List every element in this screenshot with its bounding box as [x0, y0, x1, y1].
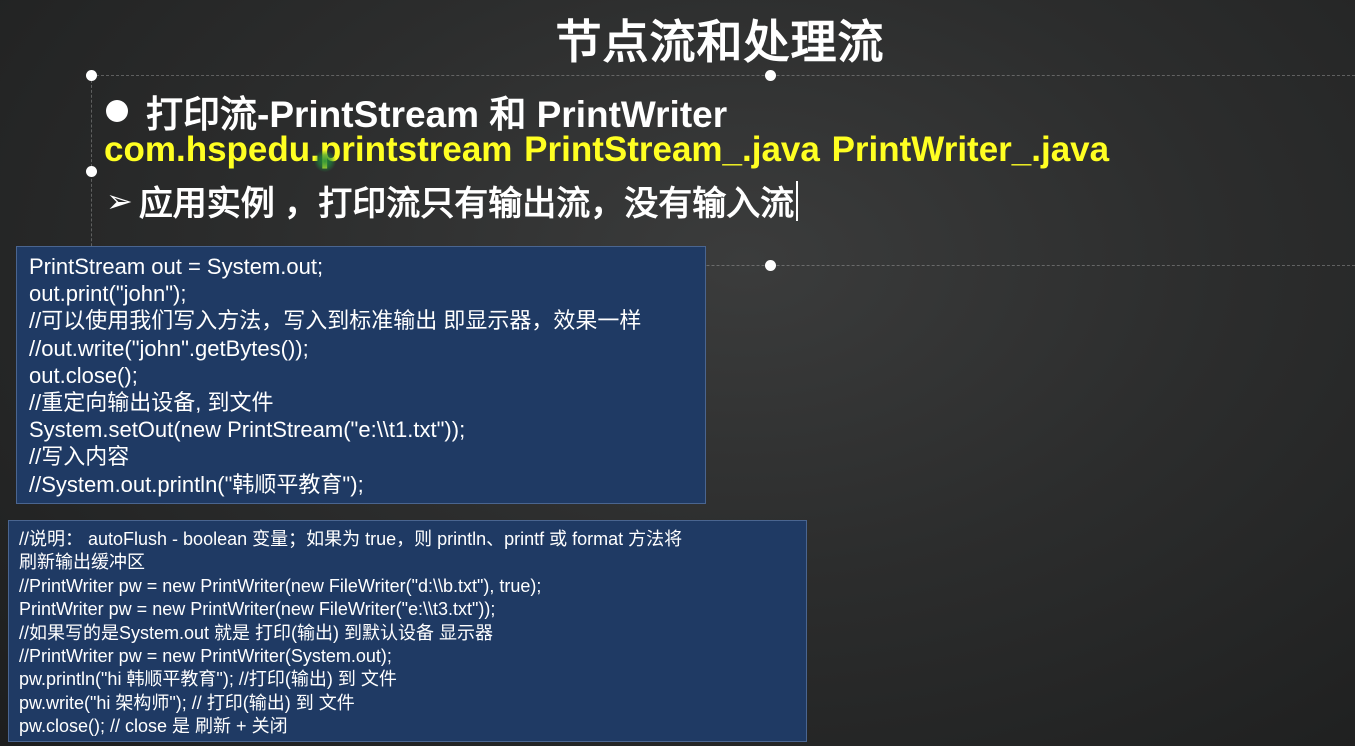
code-line: System.setOut(new PrintStream("e:\\t1.tx…: [29, 417, 466, 443]
code-line: //可以使用我们写入方法，写入到标准输出 即显示器，效果一样: [29, 308, 642, 334]
code-line: 刷新输出缓冲区: [19, 552, 145, 573]
slide-title[interactable]: 节点流和处理流: [540, 6, 900, 72]
selection-handle-bottom-middle[interactable]: [765, 260, 776, 271]
example-text: 应用实例 ，打印流只有输出流，没有输入流: [138, 185, 795, 223]
code-line: //System.out.println("韩顺平教育");: [29, 471, 364, 497]
code-line: out.close();: [29, 362, 138, 388]
selection-handle-top-left[interactable]: [86, 70, 97, 81]
code-line: pw.write("hi 架构师"); // 打印(输出) 到 文件: [19, 692, 355, 713]
code-line: //如果写的是System.out 就是 打印(输出) 到默认设备 显示器: [19, 622, 494, 643]
code-line: //重定向输出设备, 到文件: [29, 390, 274, 416]
code-line: PrintWriter pw = new PrintWriter(new Fil…: [19, 599, 496, 620]
laser-pointer-icon: [314, 150, 336, 172]
selection-handle-top-middle[interactable]: [765, 70, 776, 81]
code-line: //说明： autoFlush - boolean 变量；如果为 true，则 …: [19, 529, 683, 549]
code-line: //PrintWriter pw = new PrintWriter(new F…: [19, 575, 542, 596]
code-line: PrintStream out = System.out;: [29, 254, 324, 279]
code-line: pw.println("hi 韩顺平教育"); //打印(输出) 到 文件: [19, 669, 397, 690]
package-path-text[interactable]: com.hspedu.printstream PrintStream_.java…: [104, 130, 1109, 170]
slide-canvas: 节点流和处理流 打印流-PrintStream 和 PrintWriter co…: [0, 0, 1355, 746]
code-line: //out.write("john".getBytes());: [29, 335, 309, 361]
selection-handle-middle-left[interactable]: [86, 166, 97, 177]
code-block-printstream[interactable]: PrintStream out = System.out; out.print(…: [16, 246, 706, 504]
code-line: pw.close(); // close 是 刷新 + 关闭: [19, 716, 288, 737]
bullet-icon: [106, 100, 128, 122]
code-line: //PrintWriter pw = new PrintWriter(Syste…: [19, 646, 392, 667]
slide-title-container: 节点流和处理流: [540, 6, 900, 68]
code-block-printwriter[interactable]: //说明： autoFlush - boolean 变量；如果为 true，则 …: [8, 520, 807, 742]
arrow-right-icon: ➢: [106, 182, 133, 219]
example-line[interactable]: ➢ 应用实例 ，打印流只有输出流，没有输入流: [106, 176, 799, 225]
text-cursor: [796, 180, 799, 221]
code-line: out.print("john");: [29, 281, 187, 307]
code-line: //写入内容: [29, 444, 130, 470]
